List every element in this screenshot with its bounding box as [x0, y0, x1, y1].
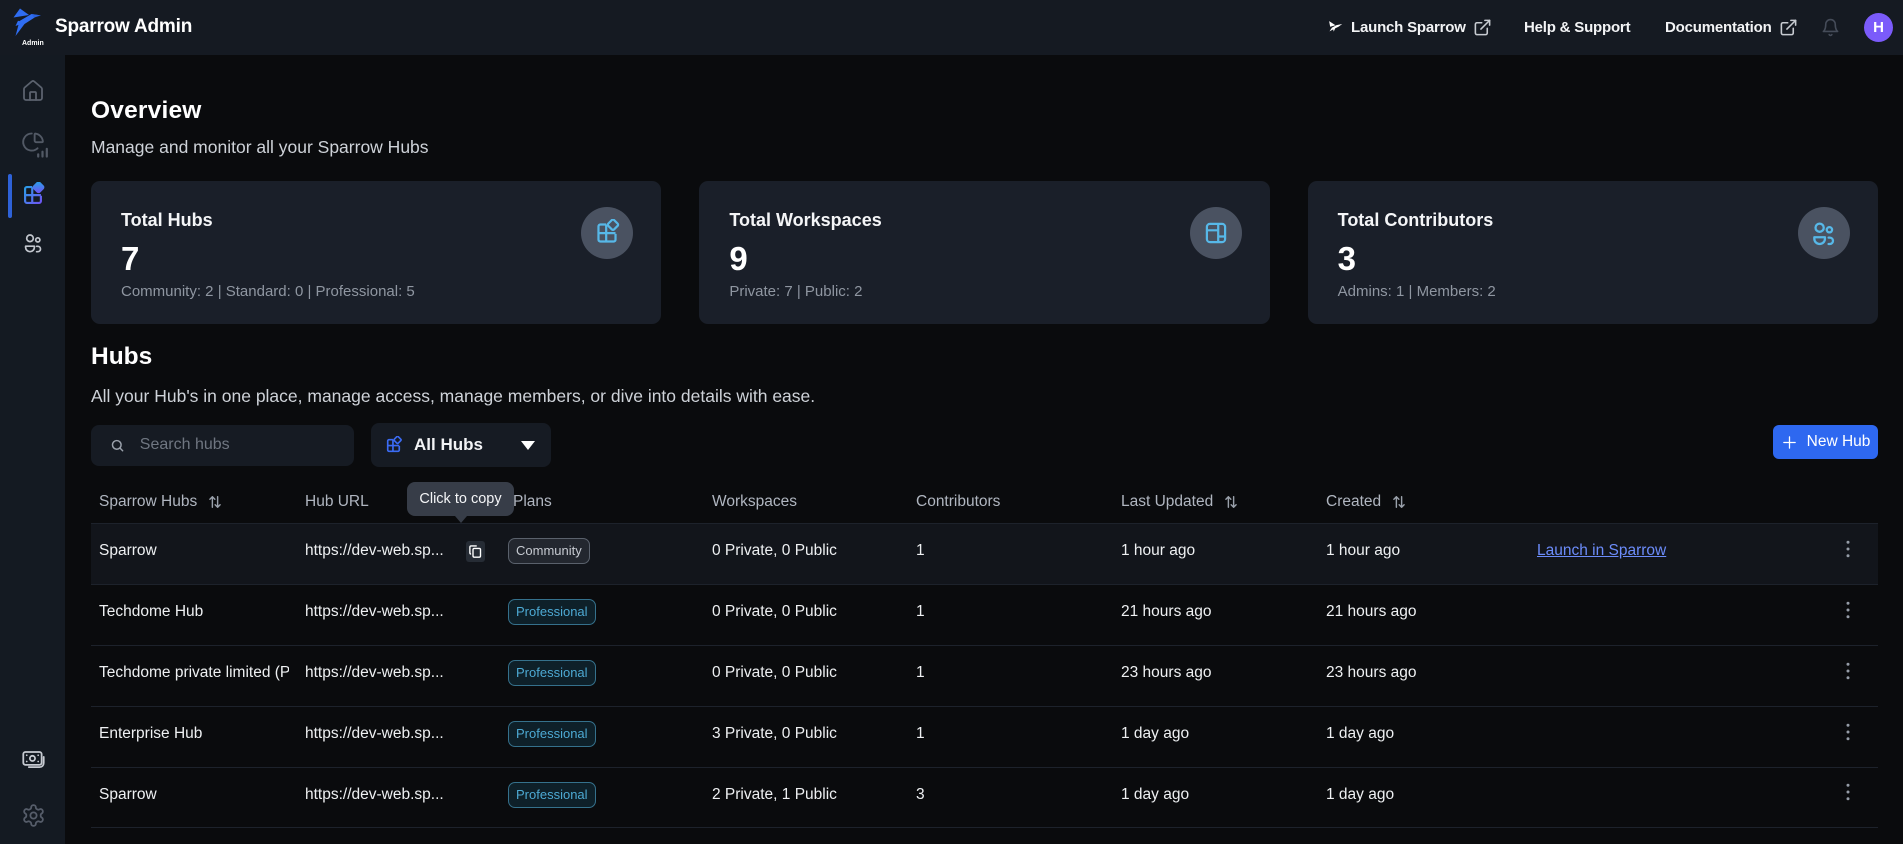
svg-text:Admin: Admin: [22, 40, 44, 47]
